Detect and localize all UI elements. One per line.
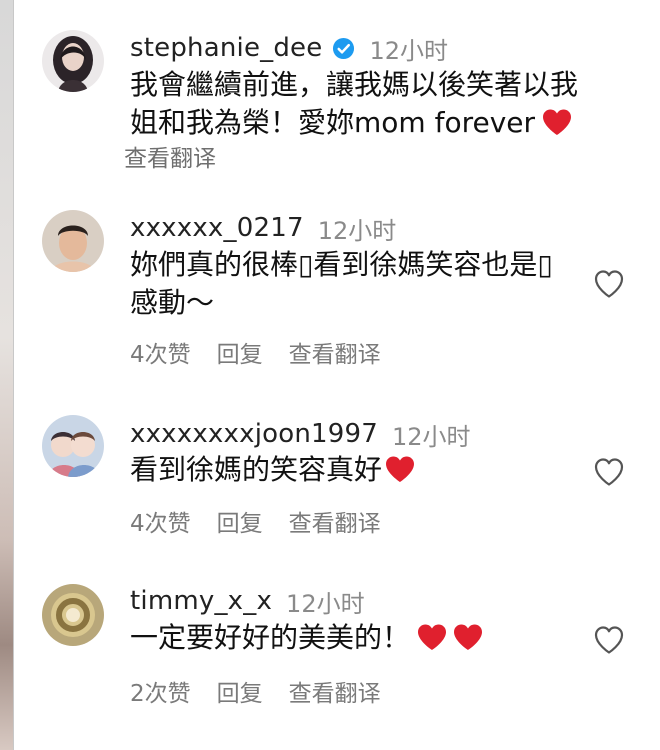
comment-text-content: 看到徐媽的笑容真好 xyxy=(130,453,383,486)
see-translation-link[interactable]: 查看翻译 xyxy=(289,674,381,708)
man-portrait-avatar[interactable] xyxy=(42,210,104,272)
comment-header: xxxxxxxxjoon1997 12小时 xyxy=(130,417,471,451)
woman-portrait-avatar[interactable] xyxy=(42,30,104,92)
comment-text: 一定要好好的美美的！ xyxy=(130,619,600,657)
comment-header: xxxxxx_0217 12小时 xyxy=(130,211,396,245)
likes-count[interactable]: 4次赞 xyxy=(130,504,191,538)
username[interactable]: timmy_x_x xyxy=(130,586,272,616)
like-heart-outline-icon[interactable] xyxy=(593,625,625,655)
left-edge-strip xyxy=(0,0,14,750)
comment-text: 看到徐媽的笑容真好 xyxy=(130,451,600,489)
comment-text: 妳們真的很棒▯看到徐媽笑容也是▯感動～ xyxy=(130,246,580,322)
comment-time: 12小时 xyxy=(317,216,397,245)
red-heart-icon xyxy=(384,455,416,483)
like-heart-outline-icon[interactable] xyxy=(593,457,625,487)
see-translation-link[interactable]: 查看翻译 xyxy=(124,139,216,173)
username[interactable]: xxxxxx_0217 xyxy=(130,213,304,243)
comment-actions: 4次赞 回复 查看翻译 xyxy=(130,336,407,368)
see-translation-link[interactable]: 查看翻译 xyxy=(289,504,381,538)
username[interactable]: stephanie_dee xyxy=(130,33,322,63)
comment-header: timmy_x_x 12小时 xyxy=(130,584,365,618)
comment-header: stephanie_dee 12小时 xyxy=(130,31,448,65)
red-heart-icon xyxy=(416,623,448,651)
comment-actions: 4次赞 回复 查看翻译 xyxy=(130,505,407,537)
verified-badge-icon xyxy=(332,37,355,60)
reply-button[interactable]: 回复 xyxy=(217,504,263,538)
comment-time: 12小时 xyxy=(391,422,471,451)
like-heart-outline-icon[interactable] xyxy=(593,269,625,299)
comment-time: 12小时 xyxy=(369,36,448,65)
username[interactable]: xxxxxxxxjoon1997 xyxy=(130,419,378,449)
see-translation-link[interactable]: 查看翻译 xyxy=(289,335,381,369)
reply-button[interactable]: 回复 xyxy=(217,674,263,708)
gold-ring-avatar[interactable] xyxy=(42,584,104,646)
comment-actions: 2次赞 回复 查看翻译 xyxy=(130,675,407,707)
likes-count[interactable]: 4次赞 xyxy=(130,335,191,369)
comment-text-content: 一定要好好的美美的！ xyxy=(130,621,411,654)
comment-text-content: 我會繼續前進，讓我媽以後笑著以我姐和我為榮！愛妳mom forever xyxy=(130,68,579,139)
cartoon-couple-avatar[interactable] xyxy=(42,415,104,477)
comment-text: 我會繼續前進，讓我媽以後笑著以我姐和我為榮！愛妳mom forever xyxy=(130,66,600,142)
reply-button[interactable]: 回复 xyxy=(217,335,263,369)
comment-text-content: 妳們真的很棒▯看到徐媽笑容也是▯感動～ xyxy=(130,248,553,319)
comment-time: 12小时 xyxy=(286,589,365,618)
likes-count[interactable]: 2次赞 xyxy=(130,674,191,708)
red-heart-icon xyxy=(452,623,484,651)
red-heart-icon xyxy=(541,108,573,136)
